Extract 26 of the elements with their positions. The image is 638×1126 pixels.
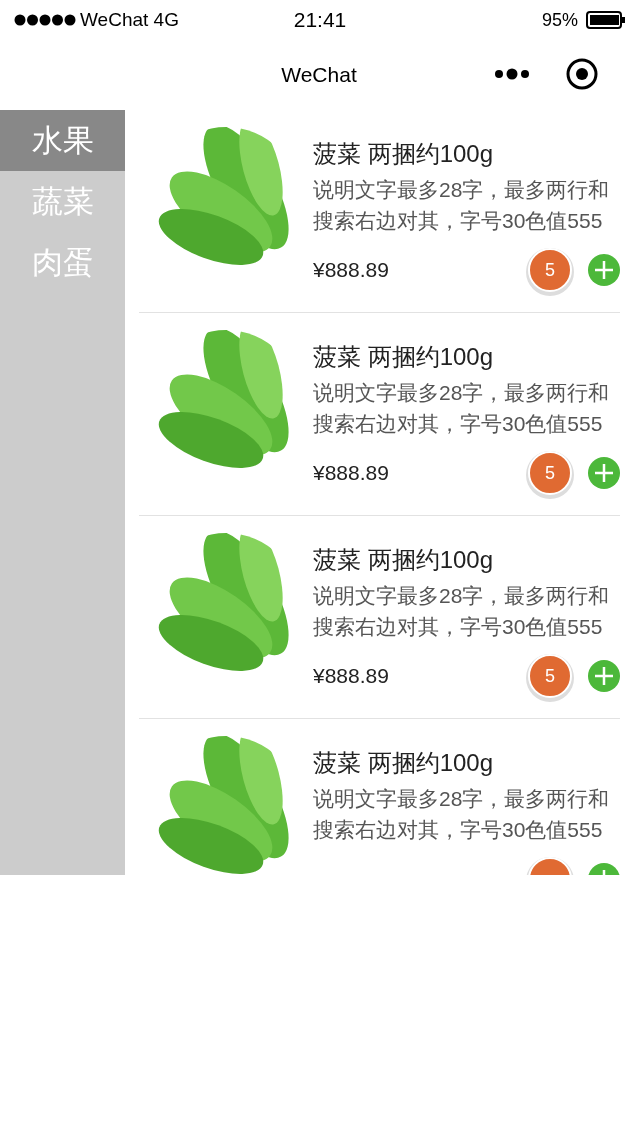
product-price: ¥888.89 — [313, 461, 389, 484]
quantity-badge: 5 — [528, 654, 572, 698]
quantity-badge: 5 — [528, 451, 572, 495]
product-title: 菠菜 两捆约100g — [313, 139, 495, 169]
clock-time: 21:41 — [293, 8, 347, 31]
product-price: ¥888.89 — [313, 664, 389, 687]
battery-icon — [586, 11, 626, 29]
product-description: 说明文字最多28字，最多两行和搜索右边对其，字号30色值555 — [313, 583, 611, 640]
nav-title: WeChat — [281, 63, 357, 86]
signal-icon — [14, 14, 76, 26]
add-icon[interactable] — [588, 660, 620, 692]
battery-percent: 95% — [541, 9, 578, 31]
more-icon[interactable] — [494, 67, 530, 81]
product-title: 菠菜 两捆约100g — [313, 748, 495, 778]
product-title: 菠菜 两捆约100g — [313, 342, 495, 372]
product-description: 说明文字最多28字，最多两行和搜索右边对其，字号30色值555 — [313, 786, 611, 843]
product-price: ¥888.89 — [313, 258, 389, 281]
carrier-name: WeChat 4G — [80, 9, 179, 31]
quantity-badge: 5 — [528, 248, 572, 292]
add-icon[interactable] — [588, 254, 620, 286]
close-icon[interactable] — [566, 58, 598, 90]
category-tab[interactable]: 水果 — [0, 110, 125, 171]
product-description: 说明文字最多28字，最多两行和搜索右边对其，字号30色值555 — [313, 177, 611, 234]
add-icon[interactable] — [588, 457, 620, 489]
product-description: 说明文字最多28字，最多两行和搜索右边对其，字号30色值555 — [313, 380, 611, 437]
product-title: 菠菜 两捆约100g — [313, 545, 495, 575]
